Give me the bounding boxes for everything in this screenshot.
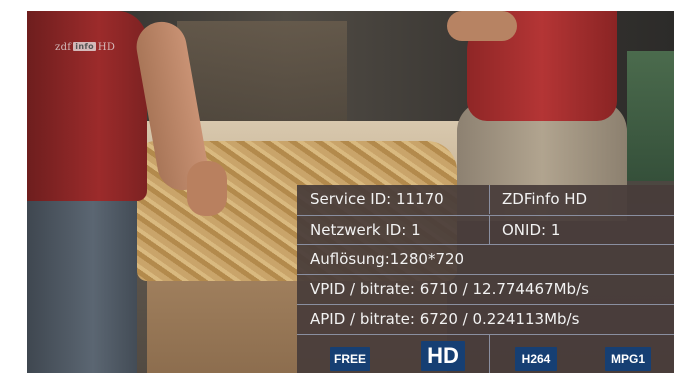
service-id: Service ID: 11170 [310, 190, 444, 208]
logo-suffix: HD [97, 42, 116, 53]
info-row-network: Netzwerk ID: 1 ONID: 1 [297, 215, 674, 244]
original-network-id: ONID: 1 [502, 221, 561, 239]
right-person-arm [447, 11, 517, 41]
video-pid-bitrate: VPID / bitrate: 6710 / 12.774467Mb/s [310, 280, 589, 298]
divider [489, 335, 490, 373]
channel-info-panel: Service ID: 11170 ZDFinfo HD Netzwerk ID… [297, 185, 674, 373]
info-row-service: Service ID: 11170 ZDFinfo HD [297, 185, 674, 214]
info-row-resolution: Auflösung:1280*720 [297, 244, 674, 274]
audio-codec-badge: MPG1 [605, 347, 651, 371]
left-person-jeans [27, 191, 137, 373]
tv-screen: zdf info HD Service ID: 11170 ZDFinfo HD N… [0, 0, 693, 373]
audio-pid-bitrate: APID / bitrate: 6720 / 0.224113Mb/s [310, 310, 580, 328]
resolution: Auflösung:1280*720 [310, 250, 465, 268]
channel-logo: zdf info HD [55, 42, 115, 53]
free-to-air-badge: FREE [330, 347, 370, 371]
info-row-badges: FREE HD H264 MPG1 [297, 334, 674, 373]
channel-name: ZDFinfo HD [502, 190, 588, 208]
green-chair [627, 51, 674, 181]
logo-box: info [73, 42, 96, 51]
video-codec-badge: H264 [515, 347, 557, 371]
left-person-hand [187, 161, 227, 216]
left-person-shirt [27, 11, 147, 201]
hd-badge: HD [421, 341, 465, 371]
network-id: Netzwerk ID: 1 [310, 221, 421, 239]
logo-prefix: zdf [55, 42, 72, 53]
info-row-audio: APID / bitrate: 6720 / 0.224113Mb/s [297, 304, 674, 334]
info-row-video: VPID / bitrate: 6710 / 12.774467Mb/s [297, 274, 674, 304]
